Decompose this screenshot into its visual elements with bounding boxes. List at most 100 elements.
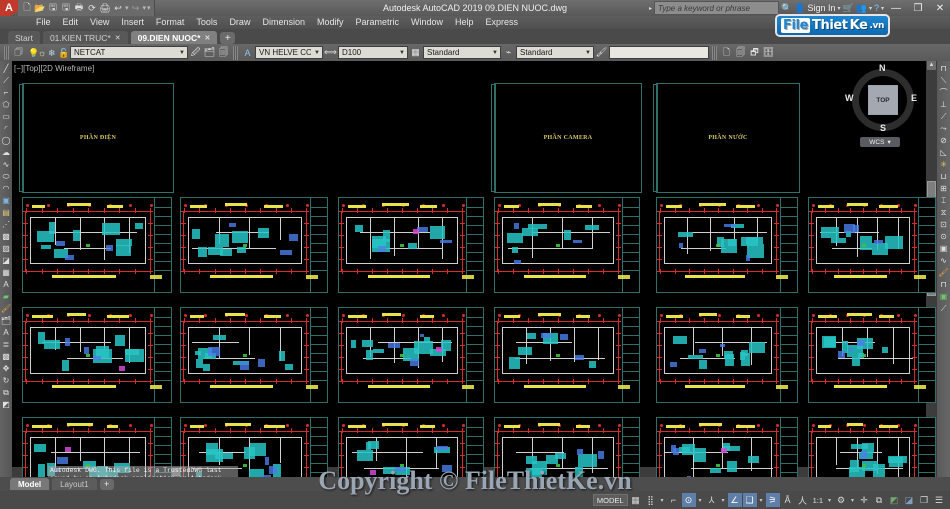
scale-dropdown-icon[interactable]: ▾: [826, 497, 833, 504]
snap-mode-toggle[interactable]: ⣿: [644, 493, 658, 507]
qat-customize-icon[interactable]: ▾: [147, 4, 151, 12]
table-icon[interactable]: ▦: [1, 267, 12, 278]
linear-dimension-icon[interactable]: ⊓: [938, 63, 949, 74]
infocenter-expand-icon[interactable]: ▸: [649, 5, 652, 12]
drawing-sheet[interactable]: [22, 197, 172, 293]
drawing-sheet[interactable]: [494, 197, 640, 293]
drawing-sheet[interactable]: [808, 197, 936, 293]
toolbar-grip[interactable]: [4, 45, 9, 60]
menu-item-edit[interactable]: Edit: [57, 16, 85, 29]
spline-icon[interactable]: ∿: [1, 159, 12, 170]
plot-icon[interactable]: 🖨: [99, 2, 111, 14]
menu-item-parametric[interactable]: Parametric: [350, 16, 406, 29]
drawing-sheet[interactable]: [338, 417, 484, 477]
circle-icon[interactable]: ◯: [1, 135, 12, 146]
isolate-objects-icon[interactable]: ⧉: [872, 493, 886, 507]
move-icon[interactable]: ✥: [1, 363, 12, 374]
elliptical-arc-icon[interactable]: ◠: [1, 183, 12, 194]
toolbar-grip-text[interactable]: [233, 45, 238, 60]
add-selected-icon[interactable]: ▰: [1, 291, 12, 302]
lightbulb-icon[interactable]: 💡: [28, 48, 39, 58]
drawing-sheet[interactable]: [22, 307, 172, 403]
annotation-scale-value[interactable]: 1:1: [811, 496, 825, 505]
dimension-break-icon[interactable]: ⧖: [938, 207, 949, 218]
create-block-icon[interactable]: 🗐: [734, 46, 747, 60]
snap-dropdown-icon[interactable]: ▾: [659, 497, 666, 504]
drawing-sheet[interactable]: [656, 417, 798, 477]
drawing-sheet[interactable]: [494, 417, 640, 477]
dimension-style-control-icon[interactable]: ▣: [938, 291, 949, 302]
make-object-layer-current-icon[interactable]: 🖉: [189, 46, 202, 60]
object-snap-tracking-toggle[interactable]: ∠: [727, 493, 742, 507]
layer-properties-icon[interactable]: 🗇: [12, 46, 25, 60]
transparency-toggle[interactable]: Å: [781, 493, 795, 507]
polygon-icon[interactable]: ⬠: [1, 99, 12, 110]
save-icon[interactable]: 🖫: [47, 2, 59, 14]
sync-icon[interactable]: ⟳: [86, 2, 98, 14]
jogged-dimension-icon[interactable]: ⤳: [938, 123, 949, 134]
point-icon[interactable]: ⋰: [1, 219, 12, 230]
file-tab-dien-nuoc[interactable]: 09.DIEN NUOC* ✕: [130, 31, 218, 44]
share-icon[interactable]: 👥: [856, 3, 867, 14]
title-block-dien[interactable]: PHẦN ĐIỆN: [19, 83, 174, 193]
close-icon[interactable]: ✕: [115, 34, 121, 42]
redo-icon[interactable]: ↪: [130, 2, 142, 14]
tolerance-icon[interactable]: ⊡: [938, 219, 949, 230]
rectangle-icon[interactable]: ▭: [1, 111, 12, 122]
sun-icon[interactable]: ☼: [38, 48, 47, 58]
ucs-icon-toggle[interactable]: ❑: [742, 493, 757, 507]
edit-dimension-text-icon[interactable]: 🖌: [938, 267, 949, 278]
clean-screen-icon[interactable]: ◪: [902, 493, 916, 507]
table-style-icon[interactable]: ▦: [409, 46, 422, 60]
gradient-icon[interactable]: ▨: [1, 243, 12, 254]
layer-control-dropdown[interactable]: NETCAT ▼: [70, 46, 188, 59]
menu-item-format[interactable]: Format: [150, 16, 191, 29]
layer-match-icon[interactable]: 🗐: [217, 46, 230, 60]
drawing-sheet[interactable]: [180, 197, 328, 293]
save-as-icon[interactable]: 🖫: [60, 2, 72, 14]
search-icon[interactable]: 🔍: [781, 3, 792, 14]
ordinate-dimension-icon[interactable]: ⊥: [938, 99, 949, 110]
drawing-canvas[interactable]: [−][Top][2D Wireframe] ╱ ⟋ ⌐ ⬠ ▭ ◜ ◯ ☁ ∿…: [0, 61, 950, 477]
redo-dropdown-icon[interactable]: ▾: [143, 4, 147, 12]
text-style-icon[interactable]: A: [241, 46, 254, 60]
polyline-icon[interactable]: ⌐: [1, 87, 12, 98]
polar-dropdown-icon[interactable]: ▾: [697, 497, 704, 504]
angular-dimension-icon[interactable]: ◺: [938, 147, 949, 158]
center-mark-icon[interactable]: ⊙: [938, 231, 949, 242]
viewport-config-icon[interactable]: ❐: [917, 493, 931, 507]
menu-item-window[interactable]: Window: [405, 16, 449, 29]
layout-tab-layout1[interactable]: Layout1: [52, 478, 97, 490]
multiline-icon[interactable]: ≣: [1, 339, 12, 350]
menu-item-express[interactable]: Express: [480, 16, 525, 29]
help-dropdown-icon[interactable]: ▾: [881, 5, 884, 12]
close-icon[interactable]: ✕: [204, 34, 210, 42]
compass-east-label[interactable]: E: [911, 93, 917, 103]
minimize-button[interactable]: —: [886, 0, 906, 16]
toolbar-grip-blocks[interactable]: [712, 45, 717, 60]
view-cube[interactable]: N S E W TOP WCS ▾: [845, 63, 920, 147]
workspace-dropdown-icon[interactable]: ▾: [849, 497, 856, 504]
compass-south-label[interactable]: S: [880, 123, 886, 133]
drawing-sheet[interactable]: [338, 197, 484, 293]
menu-item-modify[interactable]: Modify: [311, 16, 350, 29]
polar-tracking-toggle[interactable]: ⊙: [681, 493, 696, 507]
autodesk-app-store-icon[interactable]: 🛒: [843, 3, 854, 14]
block-attribute-icon[interactable]: 🗄: [762, 46, 775, 60]
quick-dimension-icon[interactable]: ✳: [938, 159, 949, 170]
annotation-visibility-icon[interactable]: ✛: [857, 493, 871, 507]
drawing-sheet[interactable]: [656, 197, 798, 293]
drawing-sheet[interactable]: [494, 307, 640, 403]
share-dropdown-icon[interactable]: ▾: [869, 5, 872, 12]
drawing-sheet[interactable]: [656, 307, 798, 403]
ucs-selector-dropdown[interactable]: WCS ▾: [860, 137, 900, 147]
customization-icon[interactable]: ☰: [932, 493, 946, 507]
osnap-dropdown-icon[interactable]: ▾: [720, 497, 727, 504]
rotate-icon[interactable]: ↻: [1, 375, 12, 386]
search-input[interactable]: Type a keyword or phrase: [654, 1, 780, 15]
arc-length-dimension-icon[interactable]: ⌒: [938, 87, 949, 98]
edit-block-icon[interactable]: 🗗: [748, 46, 761, 60]
hatch-icon[interactable]: ▩: [1, 231, 12, 242]
drawing-sheet[interactable]: [808, 417, 936, 477]
insert-block-icon[interactable]: 🗋: [720, 46, 733, 60]
